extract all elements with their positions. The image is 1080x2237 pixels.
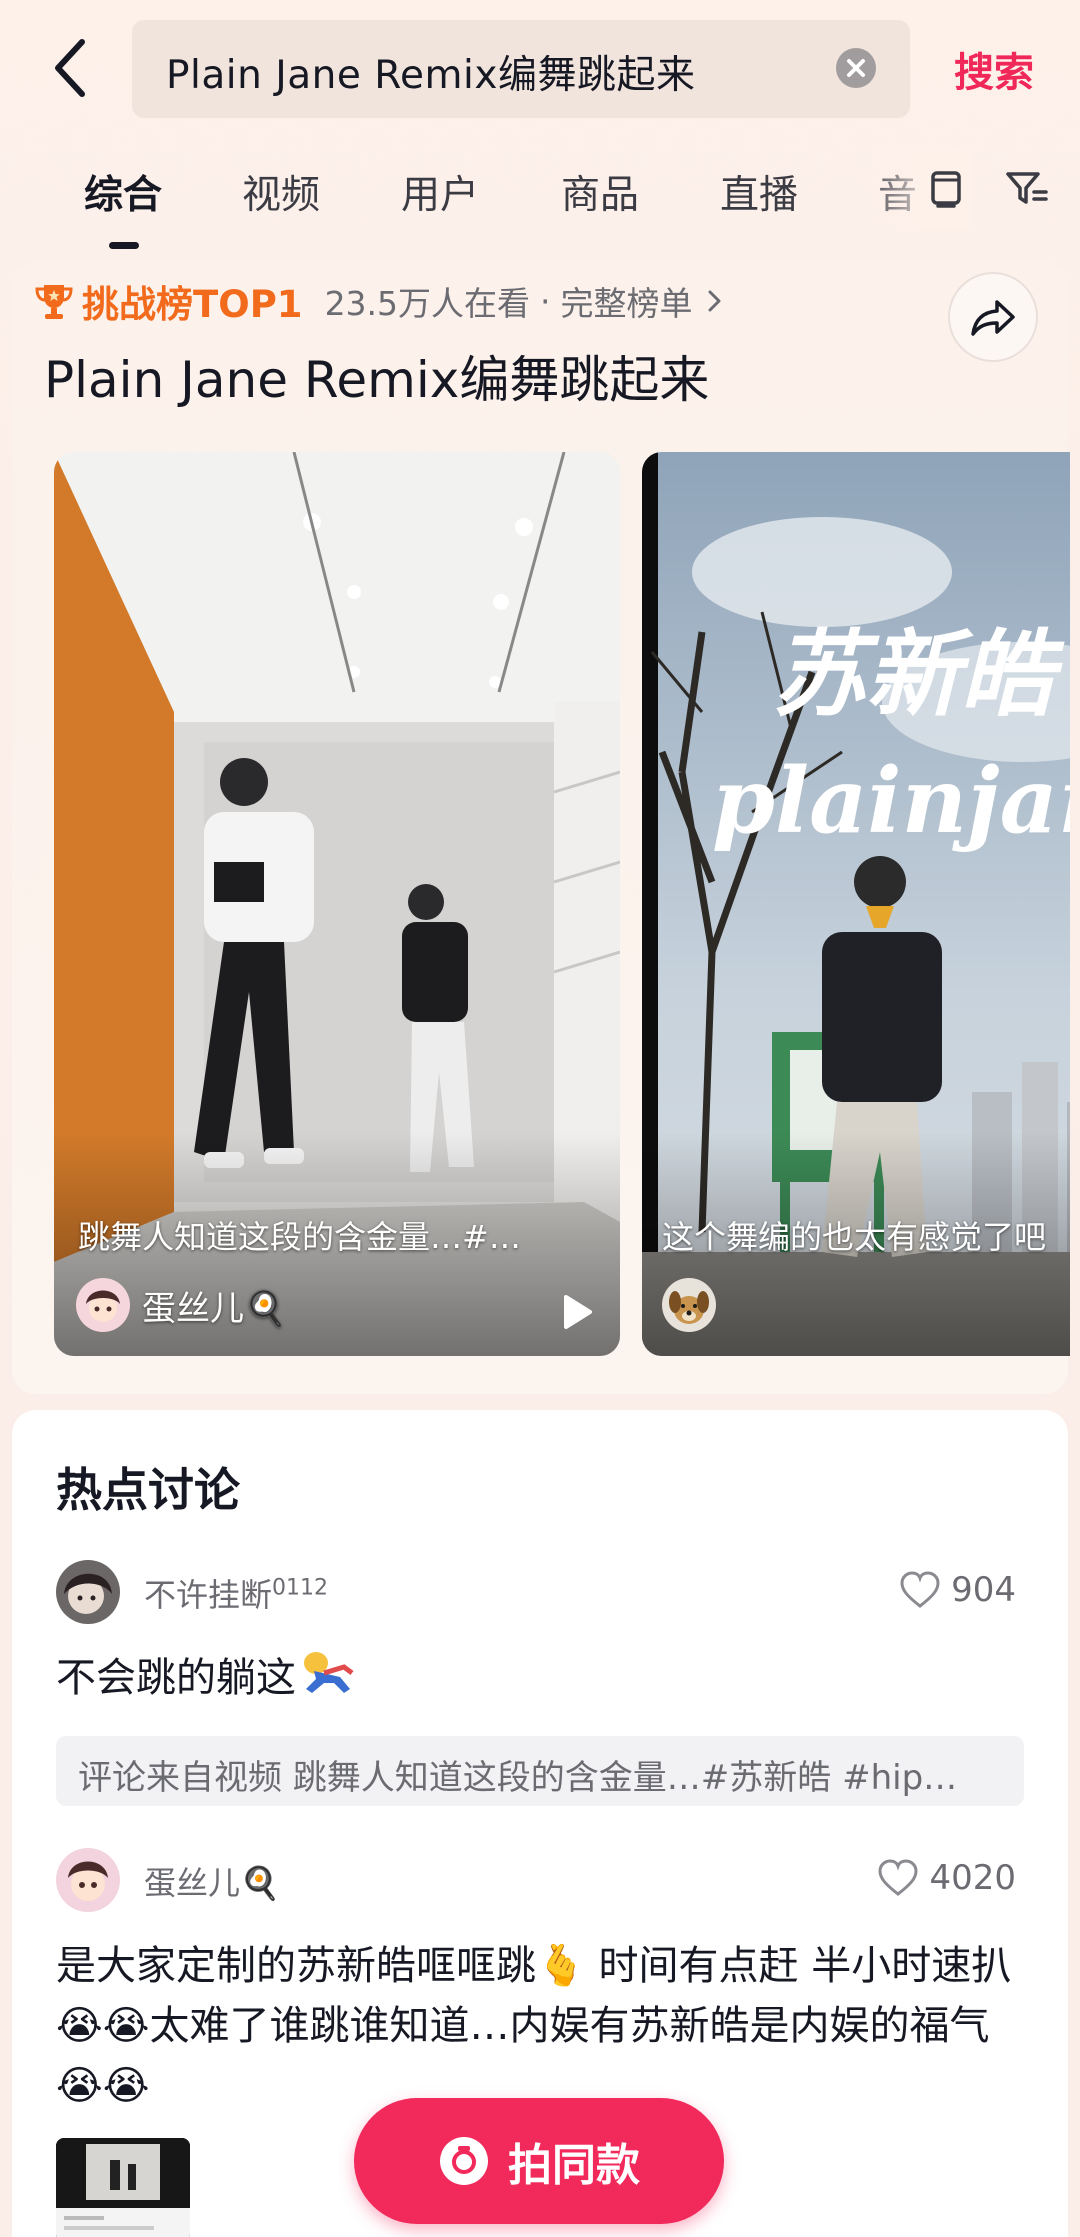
like-button[interactable]: 4020: [877, 1858, 1016, 1898]
video-author[interactable]: 蛋丝儿🍳: [76, 1278, 286, 1332]
search-input[interactable]: Plain Jane Remix编舞跳起来: [132, 20, 910, 118]
shoot-same-button[interactable]: 拍同款: [354, 2098, 724, 2224]
share-icon: [971, 300, 1015, 336]
screen-icon[interactable]: [924, 166, 968, 210]
avatar: [662, 1278, 716, 1332]
heart-icon: [877, 1859, 919, 1897]
share-button[interactable]: [948, 272, 1038, 362]
avatar: [76, 1278, 130, 1332]
overlay-title: 苏新皓: [772, 620, 1065, 730]
play-icon: [556, 1292, 596, 1332]
video-carousel[interactable]: 跳舞人知道这段的含金量…#… 蛋丝儿🍳 苏新皓 plainja 这个舞编的也太有…: [54, 452, 1070, 1356]
comment-source-text: 评论来自视频 跳舞人知道这段的含金量…#苏新皓 #hip…: [78, 1758, 958, 1798]
search-tabs: 综合 视频 用户 商品 直播 音: [0, 150, 1080, 260]
tab-live[interactable]: 直播: [720, 164, 798, 220]
username-suffix: 0112: [272, 1575, 329, 1601]
challenge-rank-badge: 挑战榜TOP1: [82, 283, 303, 326]
username-text: 不许挂断: [144, 1576, 273, 1614]
section-title: 热点讨论: [56, 1463, 240, 1517]
trophy-icon: [32, 279, 76, 323]
video-caption: 这个舞编的也太有感觉了吧: [662, 1218, 1047, 1256]
video-card[interactable]: 苏新皓 plainjane 这个舞编的也太有感觉了吧: [642, 452, 1070, 1356]
comment-username[interactable]: 不许挂断0112: [144, 1570, 328, 1616]
avatar[interactable]: [56, 1848, 120, 1912]
camera-icon: [438, 2135, 490, 2187]
lying-emoji-icon: [300, 1649, 358, 1712]
chevron-right-icon: [703, 286, 727, 316]
back-icon[interactable]: [46, 36, 102, 100]
like-count: 4020: [929, 1858, 1016, 1898]
clear-icon[interactable]: [836, 48, 876, 88]
comment-text: 是大家定制的苏新皓哐哐跳🫰 时间有点赶 半小时速扒😭😭太难了谁跳谁知道…内娱有苏…: [56, 1943, 1012, 2109]
video-author[interactable]: [662, 1278, 728, 1332]
comment-username[interactable]: 蛋丝儿🍳: [144, 1858, 280, 1904]
video-card[interactable]: 跳舞人知道这段的含金量…#… 蛋丝儿🍳: [54, 452, 620, 1356]
search-button[interactable]: 搜索: [954, 40, 1034, 98]
shoot-label: 拍同款: [508, 2140, 640, 2191]
comment-video-thumbnail[interactable]: [56, 2138, 190, 2237]
watching-count: 23.5万人在看: [324, 284, 531, 323]
like-count: 904: [951, 1570, 1016, 1610]
overlay-subtitle: plainjane: [712, 748, 1070, 854]
tab-comprehensive[interactable]: 综合: [84, 164, 162, 220]
heart-icon: [899, 1571, 941, 1609]
active-tab-indicator: [109, 242, 139, 249]
tab-users[interactable]: 用户: [401, 164, 479, 220]
search-header: Plain Jane Remix编舞跳起来 搜索: [0, 0, 1080, 130]
full-list-link[interactable]: 完整榜单: [561, 277, 693, 325]
challenge-badge-row[interactable]: 挑战榜TOP1 23.5万人在看 · 完整榜单: [32, 276, 727, 326]
like-button[interactable]: 904: [899, 1570, 1016, 1610]
search-query: Plain Jane Remix编舞跳起来: [166, 53, 696, 98]
video-caption: 跳舞人知道这段的含金量…#…: [78, 1218, 521, 1256]
separator: ·: [540, 281, 551, 321]
challenge-title[interactable]: Plain Jane Remix编舞跳起来: [44, 340, 709, 412]
tab-videos[interactable]: 视频: [242, 164, 320, 220]
filter-icon[interactable]: [1004, 166, 1048, 210]
comment-text: 不会跳的躺这: [56, 1648, 1036, 1712]
tab-products[interactable]: 商品: [561, 164, 639, 220]
comment-text-content: 不会跳的躺这: [56, 1655, 296, 1701]
author-name: 蛋丝儿🍳: [142, 1288, 287, 1329]
comment-source-link[interactable]: 评论来自视频 跳舞人知道这段的含金量…#苏新皓 #hip…: [56, 1736, 1024, 1806]
avatar[interactable]: [56, 1560, 120, 1624]
